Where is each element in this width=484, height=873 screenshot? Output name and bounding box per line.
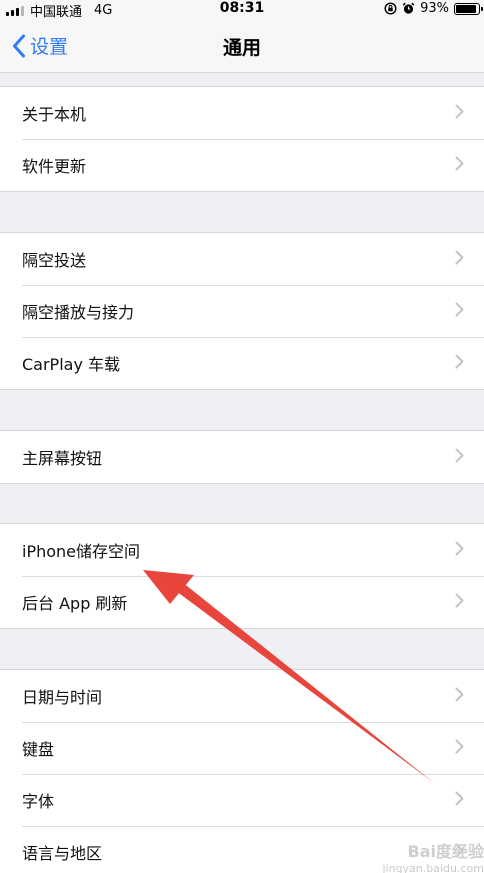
chevron-right-icon <box>455 250 464 265</box>
row-label: 语言与地区 <box>22 844 103 863</box>
chevron-right-icon <box>455 739 464 754</box>
chevron-right-icon <box>455 541 464 556</box>
settings-group-home-button: 主屏幕按钮 <box>0 430 484 484</box>
settings-group-storage: iPhone储存空间 后台 App 刷新 <box>0 523 484 629</box>
chevron-right-icon <box>455 448 464 463</box>
navigation-bar: 设置 通用 <box>0 18 484 73</box>
page-title: 通用 <box>222 37 261 59</box>
watermark: Bai度经验 jingyan.baidu.com <box>372 838 484 873</box>
chevron-right-icon <box>455 593 464 608</box>
row-label: 键盘 <box>22 740 55 759</box>
row-label: 日期与时间 <box>22 688 103 707</box>
row-home-button[interactable]: 主屏幕按钮 <box>0 431 484 483</box>
battery-icon <box>454 2 483 15</box>
row-label: CarPlay 车载 <box>22 355 121 374</box>
watermark-brand: Bai度经验 <box>407 842 484 861</box>
chevron-right-icon <box>455 302 464 317</box>
row-label: 软件更新 <box>22 157 87 176</box>
row-label: 主屏幕按钮 <box>22 449 103 468</box>
chevron-right-icon <box>455 354 464 369</box>
row-label: 隔空投送 <box>22 251 87 270</box>
orientation-lock-icon <box>384 2 397 15</box>
chevron-right-icon <box>455 791 464 806</box>
row-iphone-storage[interactable]: iPhone储存空间 <box>0 524 484 576</box>
row-date-time[interactable]: 日期与时间 <box>0 670 484 722</box>
row-airdrop[interactable]: 隔空投送 <box>0 233 484 285</box>
settings-group-airdrop: 隔空投送 隔空播放与接力 CarPlay 车载 <box>0 232 484 390</box>
row-label: 隔空播放与接力 <box>22 303 135 322</box>
row-fonts[interactable]: 字体 <box>0 774 484 826</box>
row-airplay-handoff[interactable]: 隔空播放与接力 <box>0 285 484 337</box>
row-keyboard[interactable]: 键盘 <box>0 722 484 774</box>
row-label: 关于本机 <box>22 105 87 124</box>
row-background-app-refresh[interactable]: 后台 App 刷新 <box>0 576 484 628</box>
row-label: iPhone储存空间 <box>22 542 141 561</box>
status-bar: 中国联通 4G 08:31 93% <box>0 0 484 20</box>
settings-group-about: 关于本机 软件更新 <box>0 86 484 192</box>
alarm-icon <box>402 2 415 14</box>
row-software-update[interactable]: 软件更新 <box>0 139 484 191</box>
battery-fill <box>456 4 477 13</box>
battery-percent: 93% <box>420 1 449 16</box>
status-right: 93% <box>384 1 483 16</box>
row-label: 后台 App 刷新 <box>22 594 128 613</box>
row-label: 字体 <box>22 792 55 811</box>
watermark-url: jingyan.baidu.com <box>382 862 484 873</box>
chevron-right-icon <box>455 156 464 171</box>
chevron-right-icon <box>455 687 464 702</box>
row-carplay[interactable]: CarPlay 车载 <box>0 337 484 389</box>
row-about[interactable]: 关于本机 <box>0 87 484 139</box>
chevron-right-icon <box>455 104 464 119</box>
